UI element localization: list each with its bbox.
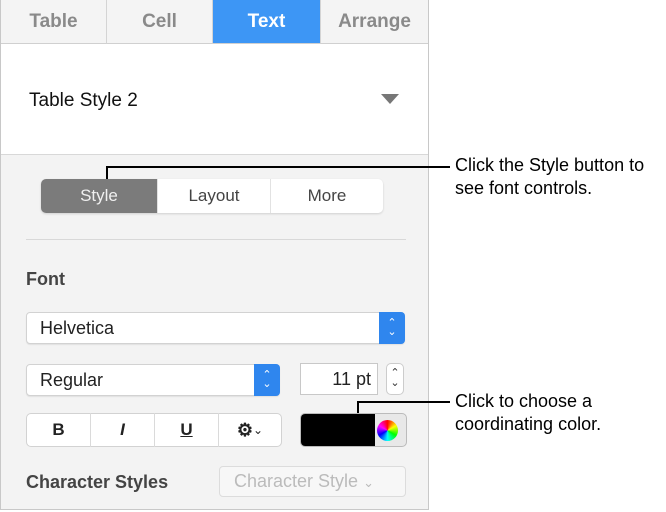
chevron-down-icon: ⌄ bbox=[363, 475, 374, 490]
text-color-control bbox=[300, 413, 407, 447]
chevron-down-icon: ⌄ bbox=[253, 423, 264, 437]
gear-icon: ⚙ bbox=[236, 419, 254, 440]
advanced-options-button[interactable]: ⚙ ⌄ bbox=[219, 413, 281, 447]
divider bbox=[26, 239, 406, 240]
character-styles-label: Character Styles bbox=[26, 472, 169, 492]
paragraph-style-selector[interactable]: Table Style 2 bbox=[1, 44, 428, 155]
callout-line bbox=[357, 401, 450, 403]
typeface-value: Regular bbox=[40, 370, 104, 390]
character-style-popup[interactable]: Character Style ⌄ bbox=[219, 466, 406, 497]
chevron-up-down-icon: ⌃ ⌄ bbox=[254, 364, 280, 396]
character-style-placeholder: Character Style bbox=[234, 471, 359, 491]
underline-button[interactable]: U bbox=[155, 413, 219, 447]
tab-arrange[interactable]: Arrange bbox=[321, 0, 428, 44]
chevron-up-down-icon: ⌃ ⌄ bbox=[379, 312, 405, 344]
font-heading: Font bbox=[26, 269, 65, 289]
segment-more[interactable]: More bbox=[271, 179, 383, 213]
callout-color: Click to choose a coordinating color. bbox=[455, 391, 602, 434]
tab-table[interactable]: Table bbox=[1, 0, 107, 44]
typeface-popup[interactable]: Regular ⌃ ⌄ bbox=[26, 364, 280, 396]
tab-text[interactable]: Text bbox=[213, 0, 321, 44]
font-family-value: Helvetica bbox=[40, 318, 115, 338]
font-family-popup[interactable]: Helvetica ⌃ ⌄ bbox=[26, 312, 405, 344]
font-size-stepper[interactable]: ⌃ ⌄ bbox=[386, 363, 404, 395]
color-wheel-icon[interactable] bbox=[377, 420, 398, 441]
tab-cell[interactable]: Cell bbox=[107, 0, 213, 44]
italic-button[interactable]: I bbox=[91, 413, 155, 447]
triangle-down-icon[interactable] bbox=[381, 94, 399, 104]
color-well[interactable] bbox=[301, 414, 375, 446]
font-size-field[interactable]: 11 pt bbox=[300, 363, 378, 395]
callout-line bbox=[106, 166, 450, 168]
bold-button[interactable]: B bbox=[27, 413, 91, 447]
segment-style[interactable]: Style bbox=[41, 179, 158, 213]
paragraph-style-value: Table Style 2 bbox=[29, 90, 138, 111]
callout-style-button: Click the Style button to see font contr… bbox=[455, 155, 645, 198]
segment-layout[interactable]: Layout bbox=[158, 179, 271, 213]
